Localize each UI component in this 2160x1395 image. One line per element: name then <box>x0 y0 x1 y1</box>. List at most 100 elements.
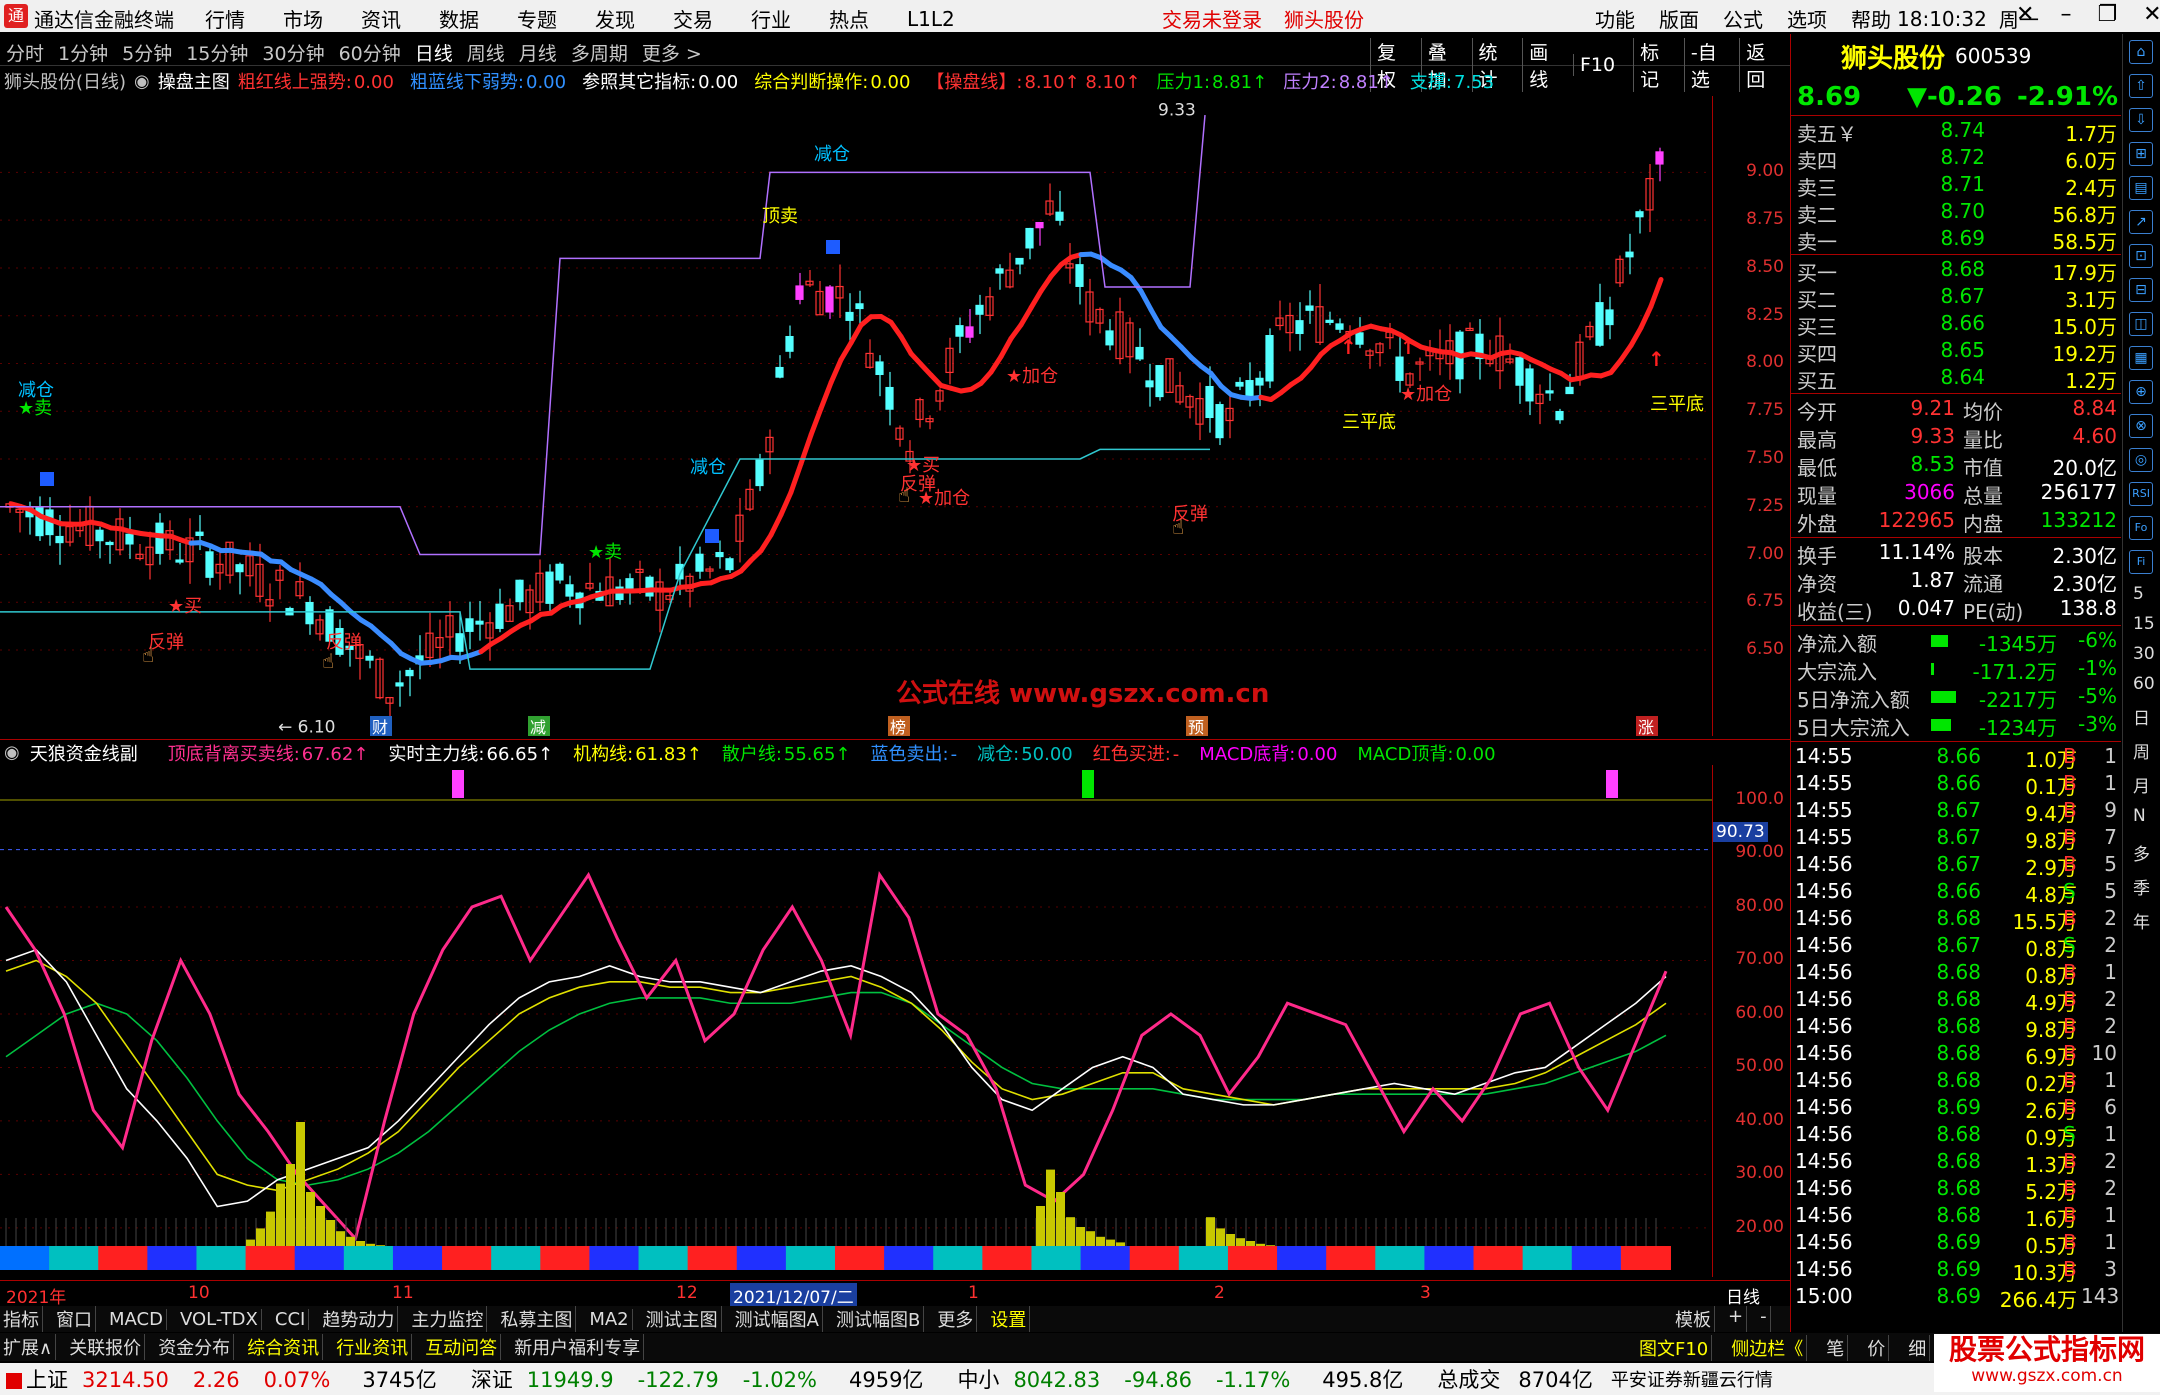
info-tab[interactable]: 综合资讯 <box>244 1334 324 1360</box>
indicator-tab[interactable]: 主力监控 <box>408 1306 488 1332</box>
period-tab-multi[interactable]: 多周期 <box>571 39 628 66</box>
period-tab-monthly[interactable]: 月线 <box>519 39 557 66</box>
period-tab-60min[interactable]: 60分钟 <box>339 39 401 66</box>
side-period-item[interactable]: 5 <box>2133 584 2144 604</box>
menu-item-data[interactable]: 数据 <box>439 4 479 33</box>
menu-item-l1l2[interactable]: L1L2 <box>907 7 955 31</box>
close-icon[interactable]: ✕ <box>2143 2 2160 27</box>
indicator-tab[interactable]: 测试幅图B <box>833 1306 925 1332</box>
side-period-item[interactable]: 日 <box>2133 704 2150 729</box>
side-tool-icon[interactable]: ▤ <box>2129 176 2153 200</box>
period-tab-intraday[interactable]: 分时 <box>6 39 44 66</box>
side-period-item[interactable]: 周 <box>2133 738 2150 763</box>
side-period-item[interactable]: 30 <box>2133 644 2155 664</box>
period-tab-5min[interactable]: 5分钟 <box>122 39 172 66</box>
side-tool-icon[interactable]: Fo <box>2129 516 2153 540</box>
side-period-item[interactable]: 年 <box>2133 908 2150 933</box>
menu-item-market[interactable]: 市场 <box>283 4 323 33</box>
side-period-item[interactable]: 季 <box>2133 874 2150 899</box>
indicator-tab[interactable]: 趋势动力 <box>319 1306 399 1332</box>
side-tool-icon[interactable]: ◫ <box>2129 312 2153 336</box>
date-axis-period[interactable]: 日线 <box>1726 1283 1760 1308</box>
info-tab-right-item[interactable]: 笔 <box>1823 1335 1849 1361</box>
period-tab-30min[interactable]: 30分钟 <box>262 39 324 66</box>
side-period-item[interactable]: 15 <box>2133 614 2155 634</box>
side-tool-icon[interactable]: ⊞ <box>2129 142 2153 166</box>
info-tab[interactable]: 互动问答 <box>422 1334 502 1360</box>
indicator-tab[interactable]: 测试主图 <box>643 1306 722 1332</box>
side-tool-icon[interactable]: ◎ <box>2129 448 2153 472</box>
close-panel-icon[interactable]: ✕ <box>2016 2 2034 27</box>
side-tool-icon[interactable]: ⌂ <box>2129 40 2153 64</box>
indicator-tab[interactable]: CCI <box>272 1308 310 1330</box>
side-period-item[interactable]: 60 <box>2133 674 2155 694</box>
index-quote[interactable]: 中小 8042.83 -94.86 -1.17% 495.8亿 <box>957 1364 1411 1394</box>
info-tab-right-item[interactable]: 图文F10 <box>1636 1335 1713 1361</box>
tick-row: 14:56 8.68 5.2万 B 2 <box>1791 1176 2121 1204</box>
period-tab-15min[interactable]: 15分钟 <box>186 39 248 66</box>
side-period-item[interactable]: N <box>2133 806 2146 826</box>
side-tool-icon[interactable]: ⊕ <box>2129 380 2153 404</box>
menu-item-formula[interactable]: 公式 <box>1723 4 1763 33</box>
menu-item-news[interactable]: 资讯 <box>361 4 401 33</box>
menu-item-help[interactable]: 帮助 <box>1851 4 1891 33</box>
period-tab-1min[interactable]: 1分钟 <box>58 39 108 66</box>
index-quote[interactable]: 深证 11949.9 -122.79 -1.02% 4959亿 <box>471 1364 932 1394</box>
indicator-tab[interactable]: 测试幅图A <box>732 1306 823 1332</box>
menu-item-industry[interactable]: 行业 <box>751 4 791 33</box>
side-tool-icon[interactable]: RSI <box>2129 482 2153 506</box>
money-flow-chart[interactable] <box>0 738 1712 1278</box>
index-quote[interactable]: 上证 3214.50 2.26 0.07% 3745亿 <box>6 1364 445 1394</box>
indicator-tab[interactable]: 私募主图 <box>497 1306 577 1332</box>
tick-time: 14:56 <box>1795 879 1853 903</box>
menu-item-layout[interactable]: 版面 <box>1659 4 1699 33</box>
side-tool-icon[interactable]: Fi <box>2129 550 2153 574</box>
tab-right-button[interactable]: 模板 <box>1672 1306 1715 1332</box>
menu-item-discover[interactable]: 发现 <box>595 4 635 33</box>
side-tool-icon[interactable]: ⇧ <box>2129 74 2153 98</box>
restore-icon[interactable]: ❐ <box>2097 2 2117 27</box>
info-tab-right-item[interactable]: 侧边栏《 <box>1728 1335 1808 1361</box>
info-tab[interactable]: 新用户福利专享 <box>511 1334 645 1360</box>
tab-right-button[interactable]: + <box>1725 1306 1748 1332</box>
side-tool-icon[interactable]: ⇩ <box>2129 108 2153 132</box>
menu-item-quotes[interactable]: 行情 <box>205 4 245 33</box>
side-tool-icon[interactable]: ↗ <box>2129 210 2153 234</box>
side-period-item[interactable]: 多 <box>2133 840 2150 865</box>
menu-item-hot[interactable]: 热点 <box>829 4 869 33</box>
side-tool-icon[interactable]: ▦ <box>2129 346 2153 370</box>
indicator-tab[interactable]: 设置 <box>987 1306 1031 1332</box>
signal-square <box>40 472 54 486</box>
minimize-icon[interactable]: – <box>2060 2 2071 27</box>
menu-item-topics[interactable]: 专题 <box>517 4 557 33</box>
period-tab-weekly[interactable]: 周线 <box>467 39 505 66</box>
main-indicator-name[interactable]: 操盘主图 <box>158 68 230 94</box>
info-tab-right-item[interactable]: 价 <box>1864 1335 1890 1361</box>
signal-band-segment <box>933 1246 984 1270</box>
side-tool-icon[interactable]: ⊟ <box>2129 278 2153 302</box>
chevron-down-icon[interactable]: ◉ <box>134 71 150 92</box>
tab-right-button[interactable]: - <box>1757 1306 1771 1332</box>
info-tab-right-item[interactable]: 细 <box>1905 1335 1931 1361</box>
indicator-tab[interactable]: 指标 <box>0 1306 43 1332</box>
indicator-tab[interactable]: 更多 <box>934 1306 978 1332</box>
trade-login-status[interactable]: 交易未登录 <box>1162 4 1262 33</box>
menu-item-function[interactable]: 功能 <box>1595 4 1635 33</box>
candlestick-chart[interactable]: 9.33← 6.10减仓★卖反弹★买反弹★卖减仓顶卖减仓★买反弹★加仓★加仓反弹… <box>0 96 1712 736</box>
info-tab[interactable]: 关联报价 <box>66 1334 146 1360</box>
period-tab-daily[interactable]: 日线 <box>415 39 453 66</box>
menu-item-options[interactable]: 选项 <box>1787 4 1827 33</box>
indicator-tab[interactable]: MA2 <box>586 1308 633 1330</box>
info-tab[interactable]: 扩展∧ <box>0 1334 57 1360</box>
side-tool-icon[interactable]: ⊡ <box>2129 244 2153 268</box>
indicator-tab[interactable]: VOL-TDX <box>177 1308 262 1330</box>
info-tab[interactable]: 资金分布 <box>155 1334 235 1360</box>
period-tab-more[interactable]: 更多 > <box>642 39 702 66</box>
signal-band-segment <box>589 1246 640 1270</box>
side-period-item[interactable]: 月 <box>2133 772 2150 797</box>
menu-item-trade[interactable]: 交易 <box>673 4 713 33</box>
info-tab[interactable]: 行业资讯 <box>333 1334 413 1360</box>
side-tool-icon[interactable]: ⊗ <box>2129 414 2153 438</box>
indicator-tab[interactable]: MACD <box>106 1308 167 1330</box>
indicator-tab[interactable]: 窗口 <box>53 1306 96 1332</box>
